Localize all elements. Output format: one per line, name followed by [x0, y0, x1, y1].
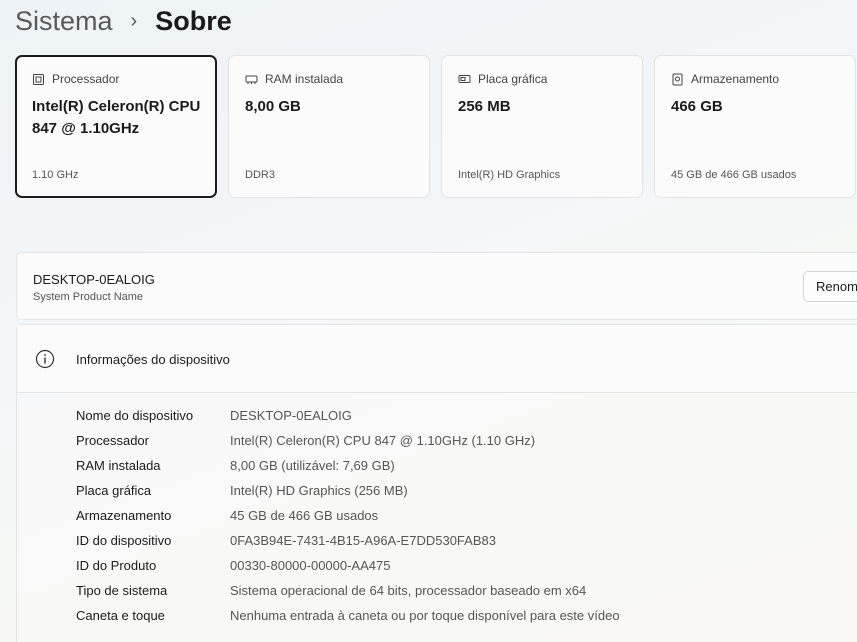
- device-name: DESKTOP-0EALOIG: [33, 272, 155, 287]
- spec-row: Tipo de sistema Sistema operacional de 6…: [76, 578, 620, 603]
- spec-key: Placa gráfica: [76, 483, 152, 498]
- gpu-icon: [458, 74, 471, 83]
- spec-row: RAM instalada 8,00 GB (utilizável: 7,69 …: [76, 453, 620, 478]
- storage-icon: [672, 73, 683, 85]
- info-icon: [35, 349, 55, 369]
- card-ram[interactable]: RAM instalada 8,00 GB DDR3: [228, 55, 430, 198]
- ram-icon: [245, 75, 258, 84]
- breadcrumb-sistema[interactable]: Sistema: [15, 6, 113, 37]
- card-gpu[interactable]: Placa gráfica 256 MB Intel(R) HD Graphic…: [441, 55, 643, 198]
- spec-key: RAM instalada: [76, 458, 161, 473]
- card-value: 256 MB: [458, 98, 511, 115]
- spec-value: Nenhuma entrada à caneta ou por toque di…: [230, 608, 620, 623]
- device-model: System Product Name: [33, 291, 144, 303]
- card-value: 466 GB: [671, 98, 723, 115]
- card-value: Intel(R) Celeron(R) CPU 847 @ 1.10GHz: [32, 98, 201, 137]
- device-name-panel: DESKTOP-0EALOIG System Product Name Reno…: [16, 252, 857, 320]
- card-sub: 1.10 GHz: [32, 169, 79, 181]
- device-info-panel: Informações do dispositivo Nome do dispo…: [16, 324, 857, 642]
- spec-row: Placa gráfica Intel(R) HD Graphics (256 …: [76, 478, 620, 503]
- spec-list: Nome do dispositivo DESKTOP-0EALOIG Proc…: [76, 403, 620, 628]
- spec-key: Nome do dispositivo: [76, 408, 194, 423]
- spec-key: Armazenamento: [76, 508, 172, 523]
- card-label: Armazenamento: [691, 72, 780, 86]
- spec-row: Nome do dispositivo DESKTOP-0EALOIG: [76, 403, 620, 428]
- spec-value: DESKTOP-0EALOIG: [230, 408, 352, 423]
- spec-cards: Processador Intel(R) Celeron(R) CPU 847 …: [15, 55, 856, 198]
- spec-key: Tipo de sistema: [76, 583, 168, 598]
- card-label: Processador: [52, 72, 120, 86]
- spec-value: 45 GB de 466 GB usados: [230, 508, 379, 523]
- page-title: Sobre: [155, 5, 232, 36]
- spec-value: Intel(R) HD Graphics (256 MB): [230, 483, 408, 498]
- spec-value: 8,00 GB (utilizável: 7,69 GB): [230, 458, 395, 473]
- card-processor[interactable]: Processador Intel(R) Celeron(R) CPU 847 …: [15, 55, 217, 198]
- card-label: Placa gráfica: [478, 72, 548, 86]
- spec-row: Armazenamento 45 GB de 466 GB usados: [76, 503, 620, 528]
- card-label: RAM instalada: [265, 72, 344, 86]
- spec-row: Processador Intel(R) Celeron(R) CPU 847 …: [76, 428, 620, 453]
- device-info-title: Informações do dispositivo: [76, 352, 230, 367]
- spec-key: Processador: [76, 433, 149, 448]
- card-sub: DDR3: [245, 169, 275, 181]
- rename-button[interactable]: Renomear: [803, 271, 857, 302]
- spec-value: 0FA3B94E-7431-4B15-A96A-E7DD530FAB83: [230, 533, 496, 548]
- spec-row: ID do dispositivo 0FA3B94E-7431-4B15-A96…: [76, 528, 620, 553]
- spec-key: Caneta e toque: [76, 608, 165, 623]
- card-sub: 45 GB de 466 GB usados: [671, 169, 797, 181]
- chevron-right-icon: ›: [130, 9, 138, 32]
- spec-row: Caneta e toque Nenhuma entrada à caneta …: [76, 603, 620, 628]
- device-info-header[interactable]: Informações do dispositivo: [17, 325, 857, 393]
- breadcrumb: Sistema › Sobre: [15, 2, 232, 40]
- card-value: 8,00 GB: [245, 98, 301, 115]
- spec-value: Intel(R) Celeron(R) CPU 847 @ 1.10GHz (1…: [230, 433, 536, 448]
- card-storage[interactable]: Armazenamento 466 GB 45 GB de 466 GB usa…: [654, 55, 856, 198]
- spec-key: ID do dispositivo: [76, 533, 172, 548]
- spec-row: ID do Produto 00330-80000-00000-AA475: [76, 553, 620, 578]
- card-sub: Intel(R) HD Graphics: [458, 169, 561, 181]
- processor-icon: [33, 73, 44, 85]
- spec-value: 00330-80000-00000-AA475: [230, 558, 391, 573]
- spec-value: Sistema operacional de 64 bits, processa…: [230, 583, 587, 598]
- spec-key: ID do Produto: [76, 558, 157, 573]
